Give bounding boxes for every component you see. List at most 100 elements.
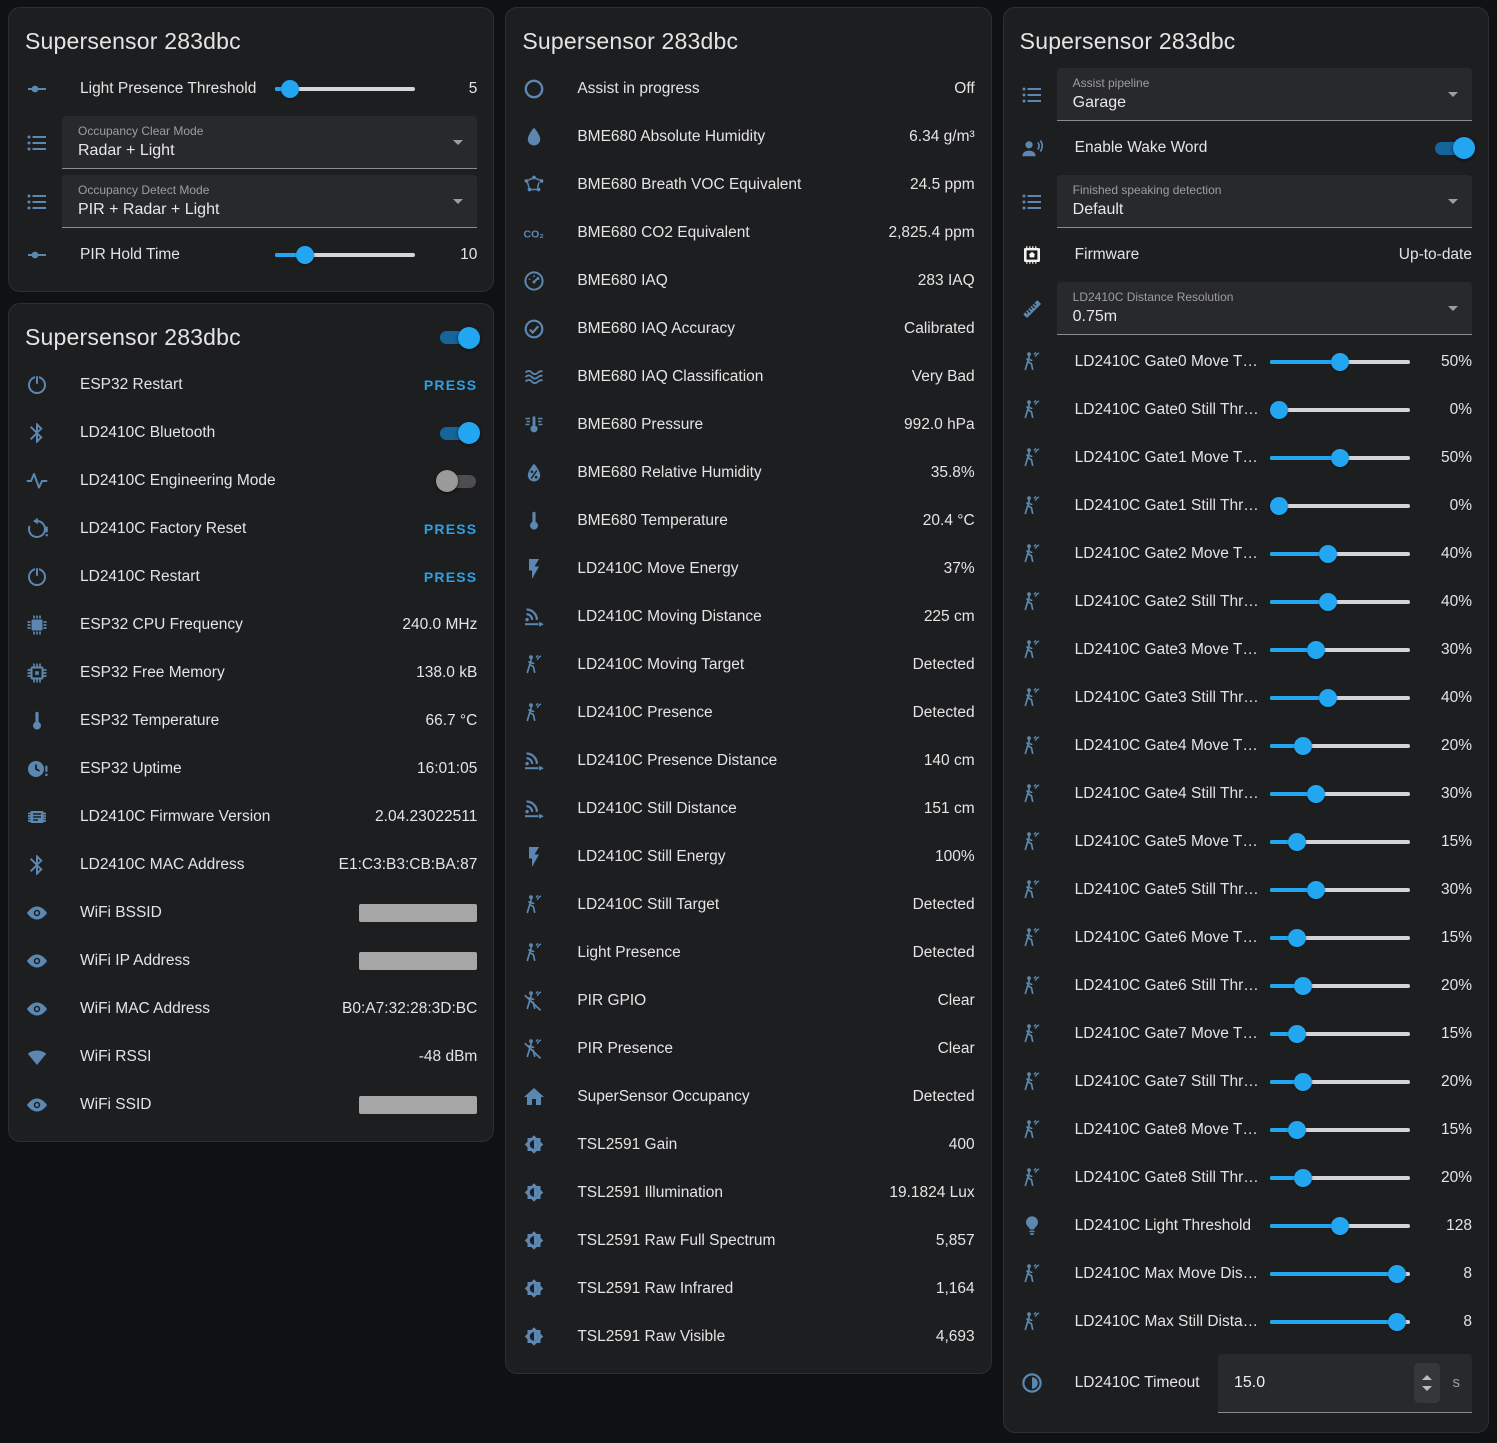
slider[interactable] (275, 80, 415, 98)
water-percent-icon (522, 461, 546, 485)
chevron-down-icon (453, 199, 463, 204)
slider[interactable] (1270, 1025, 1410, 1043)
slider-thumb[interactable] (281, 80, 299, 98)
entity-row-sensor: LD2410C Still Distance151 cm (506, 785, 990, 833)
slider-thumb[interactable] (1288, 1025, 1306, 1043)
slider-thumb[interactable] (1307, 785, 1325, 803)
brightness-icon (522, 1133, 546, 1157)
slider-thumb[interactable] (1294, 1073, 1312, 1091)
slider[interactable] (1270, 593, 1410, 611)
card-power-toggle[interactable] (439, 328, 477, 348)
entity-label: BME680 IAQ Accuracy (577, 320, 892, 338)
slider-thumb[interactable] (1270, 401, 1288, 419)
slider-track (1270, 504, 1410, 508)
entity-label: LD2410C Restart (80, 568, 412, 586)
number-field[interactable]: 15.0s (1218, 1354, 1472, 1413)
select-field[interactable]: Occupancy Clear ModeRadar + Light (62, 116, 477, 169)
brightness-icon (522, 1181, 546, 1205)
slider-thumb[interactable] (1319, 593, 1337, 611)
slider-thumb[interactable] (1319, 545, 1337, 563)
slider-thumb[interactable] (1307, 641, 1325, 659)
entity-label: BME680 Temperature (577, 512, 910, 530)
entity-label: ESP32 Free Memory (80, 664, 404, 682)
entity-row-sensor: CO₂BME680 CO2 Equivalent2,825.4 ppm (506, 209, 990, 257)
slider[interactable] (1270, 977, 1410, 995)
press-button[interactable]: PRESS (424, 377, 477, 393)
select-field[interactable]: Occupancy Detect ModePIR + Radar + Light (62, 175, 477, 228)
entity-row-sensor: Assist in progressOff (506, 65, 990, 113)
slider-thumb[interactable] (1270, 497, 1288, 515)
slider-thumb[interactable] (1288, 1121, 1306, 1139)
restart-alert-icon (25, 517, 49, 541)
slider[interactable] (1270, 449, 1410, 467)
slider-thumb[interactable] (1388, 1313, 1406, 1331)
toggle-switch[interactable] (1434, 138, 1472, 158)
slider[interactable] (1270, 401, 1410, 419)
slider[interactable] (1270, 545, 1410, 563)
motion-sensor-icon (522, 653, 546, 677)
number-input[interactable]: 15.0 (1234, 1374, 1415, 1392)
slider[interactable] (1270, 1217, 1410, 1235)
entity-row-sensor: LD2410C MAC AddressE1:C3:B3:CB:BA:87 (9, 841, 493, 889)
device-card: Supersensor 283dbcLight Presence Thresho… (8, 7, 494, 292)
slider-value: 50% (1422, 449, 1472, 467)
select-field[interactable]: Finished speaking detectionDefault (1057, 175, 1472, 228)
slider-thumb[interactable] (1288, 929, 1306, 947)
motion-sensor-icon (1020, 1070, 1044, 1094)
entity-value: Detected (913, 1088, 975, 1106)
press-button[interactable]: PRESS (424, 521, 477, 537)
slider-thumb[interactable] (296, 246, 314, 264)
entity-value: 6.34 g/m³ (909, 128, 974, 146)
toggle-switch[interactable] (439, 423, 477, 443)
card-header: Supersensor 283dbc (9, 8, 493, 65)
slider[interactable] (1270, 929, 1410, 947)
slider[interactable] (1270, 1265, 1410, 1283)
slider-value: 30% (1422, 785, 1472, 803)
toggle-thumb (458, 422, 480, 444)
slider-thumb[interactable] (1319, 689, 1337, 707)
slider[interactable] (1270, 1169, 1410, 1187)
stepper[interactable] (1414, 1363, 1440, 1403)
slider-thumb[interactable] (1331, 353, 1349, 371)
slider[interactable] (1270, 689, 1410, 707)
slider-thumb[interactable] (1294, 977, 1312, 995)
slider[interactable] (1270, 641, 1410, 659)
slider[interactable] (1270, 881, 1410, 899)
slider[interactable] (1270, 833, 1410, 851)
motion-sensor-icon (1020, 638, 1044, 662)
slider[interactable] (1270, 497, 1410, 515)
entity-row-slider: LD2410C Gate1 Move Thr…50% (1004, 434, 1488, 482)
slider[interactable] (1270, 1073, 1410, 1091)
slider[interactable] (1270, 1121, 1410, 1139)
slider[interactable] (1270, 785, 1410, 803)
entity-value: 1,164 (936, 1280, 975, 1298)
slider[interactable] (275, 246, 415, 264)
entity-label: LD2410C Max Move Dista… (1075, 1265, 1262, 1283)
motion-sensor-icon (1020, 974, 1044, 998)
toggle-switch[interactable] (439, 471, 477, 491)
memory-chip-icon (25, 661, 49, 685)
press-button[interactable]: PRESS (424, 569, 477, 585)
slider-thumb[interactable] (1307, 881, 1325, 899)
slider[interactable] (1270, 353, 1410, 371)
slider-thumb[interactable] (1288, 833, 1306, 851)
slider-thumb[interactable] (1388, 1265, 1406, 1283)
select-field[interactable]: LD2410C Distance Resolution0.75m (1057, 282, 1472, 335)
slider[interactable] (1270, 737, 1410, 755)
entity-label: TSL2591 Gain (577, 1136, 936, 1154)
slider[interactable] (1270, 1313, 1410, 1331)
chevron-down-icon[interactable] (1422, 1386, 1432, 1391)
slider-thumb[interactable] (1331, 1217, 1349, 1235)
entity-row-redacted: WiFi BSSID (9, 889, 493, 937)
chevron-up-icon[interactable] (1422, 1375, 1432, 1380)
select-field[interactable]: Assist pipelineGarage (1057, 68, 1472, 121)
signal-distance-icon (522, 749, 546, 773)
slider-thumb[interactable] (1294, 737, 1312, 755)
select-value: Default (1073, 201, 1432, 219)
slider-value: 5 (427, 80, 477, 98)
entity-row-slider: LD2410C Gate6 Still Thres…20% (1004, 962, 1488, 1010)
slider-thumb[interactable] (1331, 449, 1349, 467)
slider-thumb[interactable] (1294, 1169, 1312, 1187)
slider-value: 8 (1422, 1313, 1472, 1331)
entity-row-sensor: LD2410C Firmware Version2.04.23022511 (9, 793, 493, 841)
